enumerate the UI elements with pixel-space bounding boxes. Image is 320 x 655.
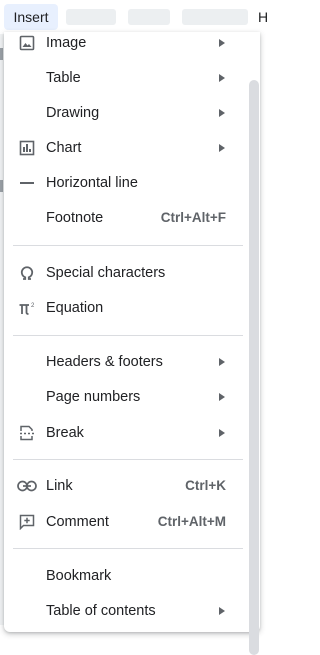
pi-icon: 2 bbox=[17, 298, 37, 318]
help-menu-tab[interactable]: H bbox=[258, 4, 268, 30]
ruler-mark bbox=[0, 180, 3, 192]
svg-text:2: 2 bbox=[31, 303, 35, 309]
link-icon bbox=[17, 476, 37, 496]
keyboard-shortcut: Ctrl+Alt+F bbox=[160, 210, 226, 225]
menu-item-label: Special characters bbox=[46, 264, 166, 281]
menu-item-chart[interactable]: Chart bbox=[4, 130, 244, 165]
format-menu-tab[interactable] bbox=[66, 9, 116, 25]
add-comment-icon bbox=[17, 512, 37, 532]
menu-item-special-characters[interactable]: Special characters bbox=[4, 255, 244, 290]
submenu-arrow-icon bbox=[219, 108, 225, 117]
horizontal-line-icon bbox=[17, 173, 37, 193]
extensions-menu-tab[interactable] bbox=[182, 9, 248, 25]
menu-item-headers-footers[interactable]: Headers & footers bbox=[4, 344, 244, 379]
keyboard-shortcut: Ctrl+Alt+M bbox=[157, 514, 226, 529]
submenu-arrow-icon bbox=[219, 392, 225, 401]
menu-item-drawing[interactable]: Drawing bbox=[4, 95, 244, 130]
keyboard-shortcut: Ctrl+K bbox=[185, 478, 226, 493]
menu-item-label: Comment bbox=[46, 513, 109, 530]
menu-item-table[interactable]: Table bbox=[4, 60, 244, 95]
menu-item-break[interactable]: Break bbox=[4, 415, 244, 450]
menu-item-bookmark[interactable]: Bookmark bbox=[4, 558, 244, 593]
submenu-arrow-icon bbox=[219, 357, 225, 366]
menu-item-label: Table bbox=[46, 69, 81, 86]
menu-item-label: Headers & footers bbox=[46, 353, 163, 370]
menu-item-label: Equation bbox=[46, 299, 104, 316]
ruler-mark bbox=[0, 48, 3, 60]
tools-menu-tab[interactable] bbox=[128, 9, 170, 25]
menu-item-label: Footnote bbox=[46, 209, 104, 226]
submenu-arrow-icon bbox=[219, 73, 225, 82]
submenu-arrow-icon bbox=[219, 38, 225, 47]
image-icon bbox=[17, 33, 37, 53]
menu-item-image[interactable]: Image bbox=[4, 25, 244, 60]
menu-divider bbox=[13, 459, 243, 460]
submenu-arrow-icon bbox=[219, 143, 225, 152]
submenu-arrow-icon bbox=[219, 428, 225, 437]
menu-scrollbar[interactable] bbox=[249, 80, 259, 655]
submenu-arrow-icon bbox=[219, 606, 225, 615]
insert-dropdown-menu: Image Table Drawing Chart Horizontal lin… bbox=[4, 32, 260, 655]
menu-item-label: Image bbox=[46, 34, 87, 51]
menu-item-footnote[interactable]: Footnote Ctrl+Alt+F bbox=[4, 200, 244, 235]
menu-item-comment[interactable]: Comment Ctrl+Alt+M bbox=[4, 504, 244, 539]
menu-divider bbox=[13, 548, 243, 549]
menu-divider bbox=[13, 245, 243, 246]
page-break-icon bbox=[17, 423, 37, 443]
menu-item-link[interactable]: Link Ctrl+K bbox=[4, 468, 244, 503]
menu-item-page-numbers[interactable]: Page numbers bbox=[4, 379, 244, 414]
menu-item-label: Table of contents bbox=[46, 602, 156, 619]
chart-icon bbox=[17, 138, 37, 158]
menu-item-equation[interactable]: 2 Equation bbox=[4, 290, 244, 325]
menu-item-label: Bookmark bbox=[46, 567, 112, 584]
menu-item-label: Break bbox=[46, 424, 84, 441]
menu-item-horizontal-line[interactable]: Horizontal line bbox=[4, 165, 244, 200]
menu-item-label: Chart bbox=[46, 139, 82, 156]
menu-item-label: Link bbox=[46, 477, 73, 494]
menu-item-label: Drawing bbox=[46, 104, 100, 121]
menu-divider bbox=[13, 335, 243, 336]
omega-icon bbox=[17, 263, 37, 283]
menu-item-table-of-contents[interactable]: Table of contents bbox=[4, 593, 244, 628]
menu-item-label: Horizontal line bbox=[46, 174, 138, 191]
menu-item-label: Page numbers bbox=[46, 388, 141, 405]
